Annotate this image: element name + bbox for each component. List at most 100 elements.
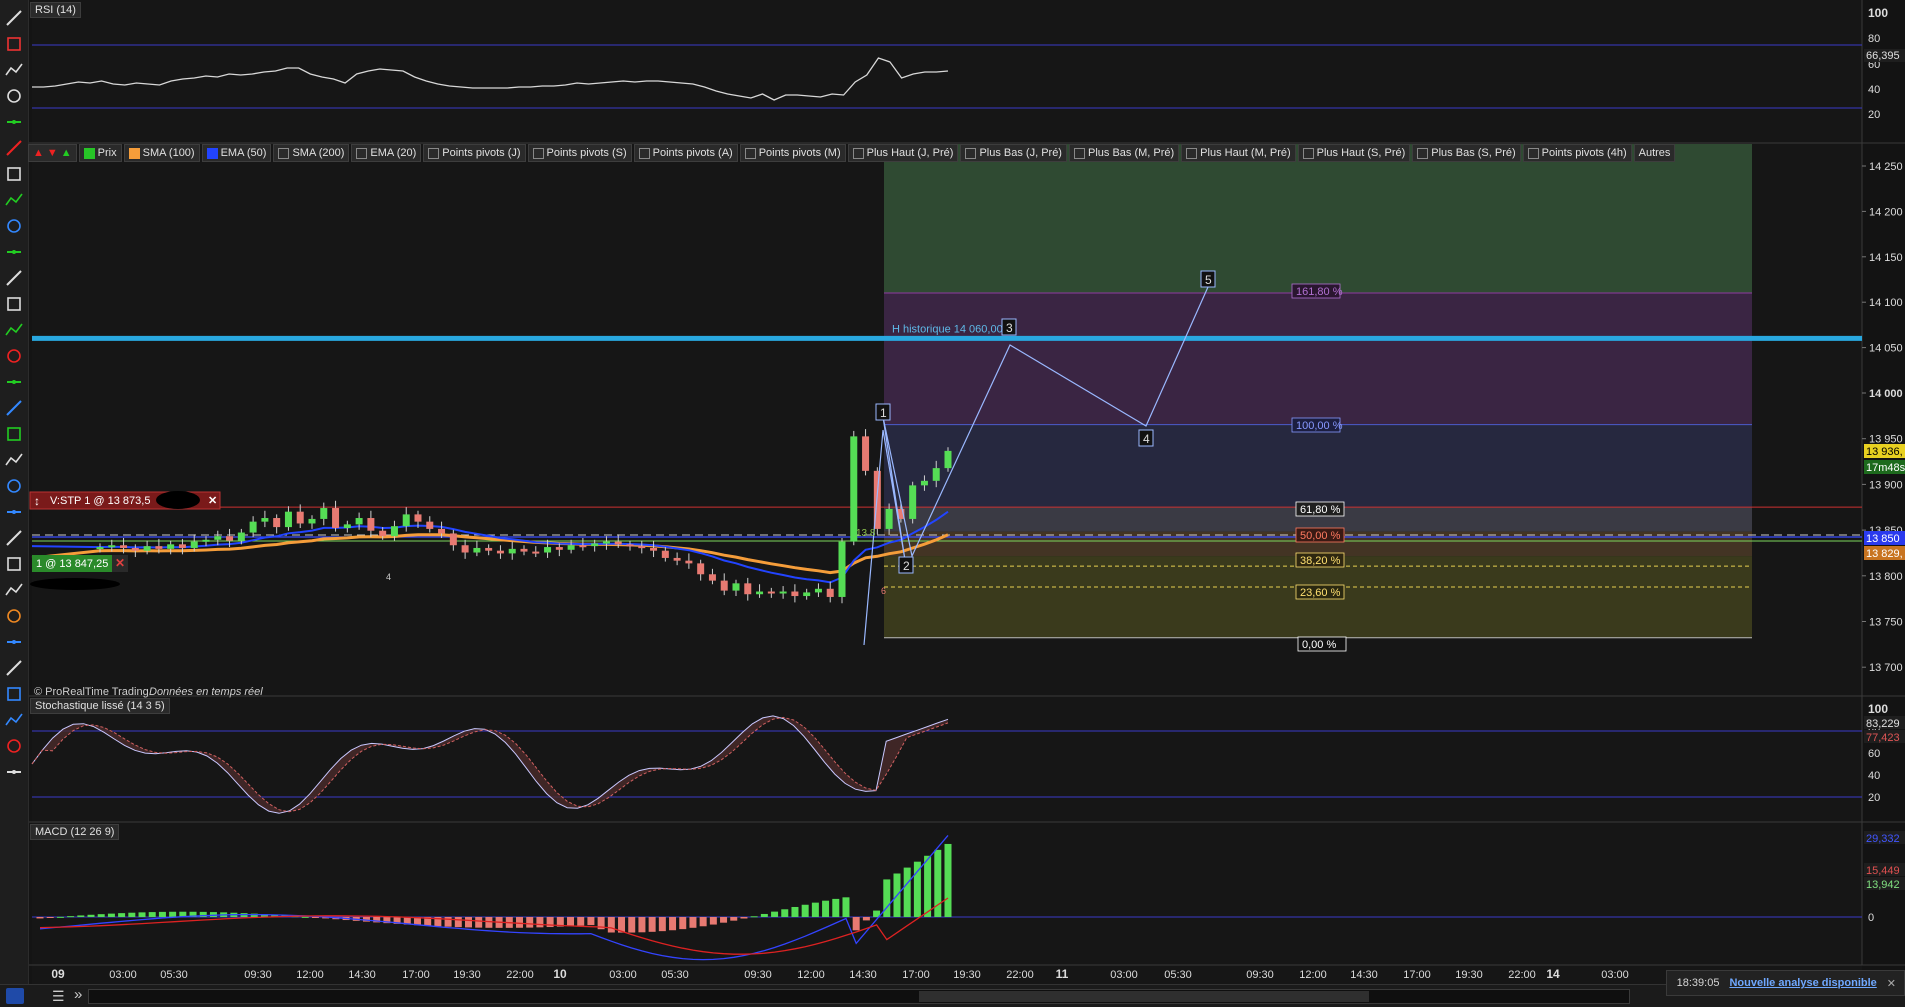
scrollbar-thumb[interactable] [919, 991, 1369, 1002]
candle-body [178, 544, 186, 548]
vertical-line-icon[interactable] [4, 294, 24, 314]
down-arrow-icon[interactable]: ▼ [47, 147, 58, 159]
horizontal-scrollbar[interactable] [88, 989, 1630, 1004]
fan-icon[interactable] [4, 424, 24, 444]
legend-item[interactable]: Points pivots (J) [423, 144, 526, 162]
candle-body [226, 536, 234, 541]
ellipse-icon[interactable] [4, 502, 24, 522]
timer-icon[interactable] [4, 580, 24, 600]
legend-item[interactable]: SMA (200) [273, 144, 350, 162]
legend-item[interactable]: EMA (50) [201, 144, 272, 162]
trash-icon[interactable] [4, 164, 24, 184]
macd-histogram-bar [648, 917, 656, 932]
elliott-icon[interactable] [4, 684, 24, 704]
rsi-tick: 20 [1868, 109, 1880, 121]
legend-color-swatch [638, 147, 650, 159]
legend-item[interactable]: EMA (20) [351, 144, 422, 162]
macd-histogram-bar [56, 916, 64, 918]
pointer-icon[interactable] [4, 658, 24, 678]
legend-item[interactable]: Prix [78, 144, 122, 162]
candle-body [367, 518, 375, 531]
text-icon[interactable] [4, 554, 24, 574]
legend-item[interactable]: SMA (100) [123, 144, 200, 162]
legend-color-swatch [965, 147, 977, 159]
triangle-icon[interactable] [4, 242, 24, 262]
menu-icon[interactable]: ☰ [52, 988, 65, 1005]
rsi-label[interactable]: RSI (14) [30, 2, 81, 18]
legend-item[interactable]: Plus Haut (J, Pré) [847, 144, 959, 162]
candle-body [567, 545, 575, 550]
legend-item[interactable]: Plus Bas (J, Pré) [960, 144, 1067, 162]
ray-icon[interactable] [4, 138, 24, 158]
legend-item[interactable]: Points pivots (M) [739, 144, 846, 162]
price-tick-label: 14 150 [1869, 252, 1903, 264]
candle-body [673, 557, 681, 561]
legend-item[interactable]: Plus Haut (S, Pré) [1297, 144, 1411, 162]
legend-label: Points pivots (A) [652, 147, 733, 159]
macd-histogram-bar [577, 917, 585, 926]
macd-value-2: 15,449 [1866, 865, 1900, 877]
legend-item[interactable]: Plus Haut (M, Pré) [1181, 144, 1296, 162]
legend-color-swatch [83, 147, 95, 159]
stochastic-label[interactable]: Stochastique lissé (14 3 5) [30, 698, 170, 714]
candle-body [426, 521, 434, 529]
time-axis-day-label: 10 [553, 967, 567, 981]
fibonacci-icon[interactable] [4, 346, 24, 366]
candle-body [249, 521, 257, 533]
new-analysis-link[interactable]: Nouvelle analyse disponible [1729, 977, 1876, 989]
legend-controls[interactable]: ▲ ▼ ▲ [28, 144, 77, 162]
pencil-icon[interactable] [6, 988, 24, 1004]
candle-body [496, 550, 504, 554]
macd-histogram-bar [903, 867, 911, 917]
legend-label: Plus Haut (S, Pré) [1316, 147, 1406, 159]
candle-body [862, 436, 870, 471]
ruler-icon[interactable] [4, 8, 24, 28]
move-arrows-icon: ↕ [34, 494, 40, 508]
macd-histogram-bar [689, 917, 697, 928]
arrow-icon[interactable] [4, 268, 24, 288]
bell-icon[interactable]: ▲ [33, 147, 44, 159]
candle-body [602, 541, 610, 544]
fib-label: 161,80 % [1296, 286, 1343, 298]
up-arrow-icon[interactable]: ▲ [61, 147, 72, 159]
legend-item[interactable]: Plus Bas (M, Pré) [1068, 144, 1180, 162]
diamond-icon[interactable] [4, 710, 24, 730]
move-icon[interactable] [4, 476, 24, 496]
rectangle-icon[interactable] [4, 216, 24, 236]
segment-icon[interactable] [4, 190, 24, 210]
legend-label: Autres [1638, 147, 1671, 159]
time-axis-label: 19:30 [453, 969, 481, 981]
wave-icon[interactable] [4, 632, 24, 652]
time-axis-label: 14:30 [849, 969, 877, 981]
magnet-icon[interactable] [4, 34, 24, 54]
macd-histogram-bar [77, 915, 85, 917]
time-axis-label: 17:00 [1403, 969, 1431, 981]
price-tick-label: 14 100 [1869, 297, 1903, 309]
trend-line-icon[interactable] [4, 112, 24, 132]
candle-body [638, 546, 646, 549]
circle-icon[interactable] [4, 606, 24, 626]
legend-item[interactable]: Points pivots (A) [633, 144, 738, 162]
stop-order-close-icon: ✕ [208, 495, 217, 507]
close-icon[interactable]: ✕ [1887, 977, 1896, 990]
horizontal-line-icon[interactable] [4, 86, 24, 106]
time-axis-day-label: 09 [51, 967, 65, 981]
candle-body [932, 468, 940, 481]
candle-body [814, 588, 822, 593]
settings-icon[interactable] [4, 762, 24, 782]
legend-item[interactable]: Points pivots (S) [527, 144, 632, 162]
status-bar: ☰ » [0, 984, 1905, 1007]
legend-item[interactable]: Plus Bas (S, Pré) [1412, 144, 1521, 162]
zigzag-icon[interactable] [4, 372, 24, 392]
legend-item[interactable]: Points pivots (4h) [1522, 144, 1632, 162]
stoch-tick: 20 [1868, 792, 1880, 804]
legend-item[interactable]: Autres [1633, 144, 1676, 162]
eraser-icon[interactable] [4, 736, 24, 756]
line-icon[interactable] [4, 60, 24, 80]
pitchfork-icon[interactable] [4, 398, 24, 418]
expand-icon[interactable]: » [74, 986, 82, 1003]
macd-label[interactable]: MACD (12 26 9) [30, 824, 120, 840]
cross-icon[interactable] [4, 450, 24, 470]
channel-icon[interactable] [4, 320, 24, 340]
copy-icon[interactable] [4, 528, 24, 548]
